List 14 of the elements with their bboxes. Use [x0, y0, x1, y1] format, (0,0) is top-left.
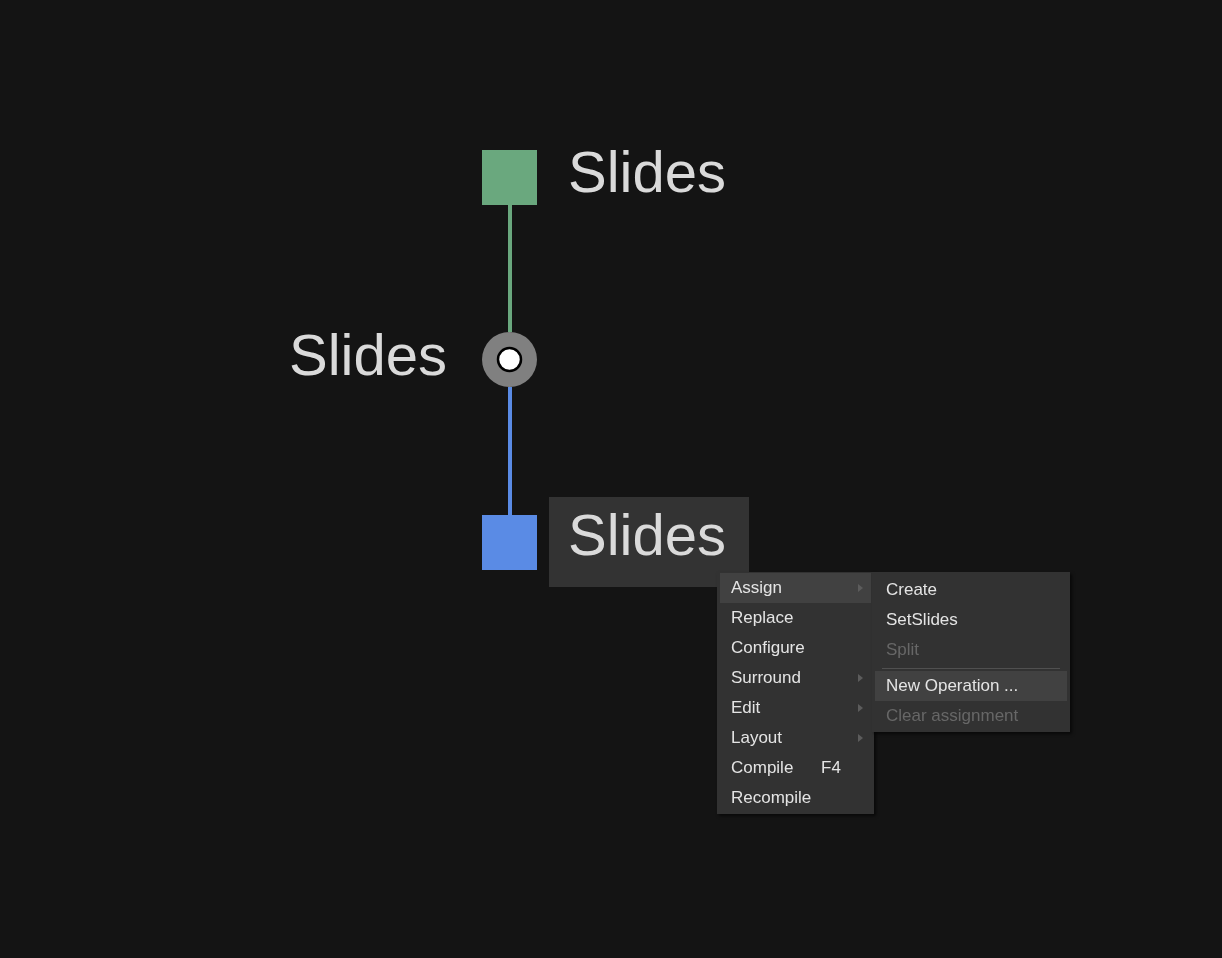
node-label: Slides — [567, 138, 727, 206]
menu-item[interactable]: Compile F4 — [720, 753, 871, 783]
node-label: Slides — [288, 321, 448, 389]
junction-node — [482, 332, 537, 387]
shortcut-label: F4 — [821, 757, 841, 780]
menu-item[interactable]: Edit — [720, 693, 871, 723]
menu-item[interactable]: Surround — [720, 663, 871, 693]
menu-item[interactable]: New Operation ... — [875, 671, 1067, 701]
menu-item[interactable]: Replace — [720, 603, 871, 633]
menu-item[interactable]: SetSlides — [875, 605, 1067, 635]
menu-item[interactable]: Recompile — [720, 783, 871, 813]
menu-item[interactable]: Layout — [720, 723, 871, 753]
menu-item[interactable]: Configure — [720, 633, 871, 663]
menu-item[interactable]: Create — [875, 575, 1067, 605]
